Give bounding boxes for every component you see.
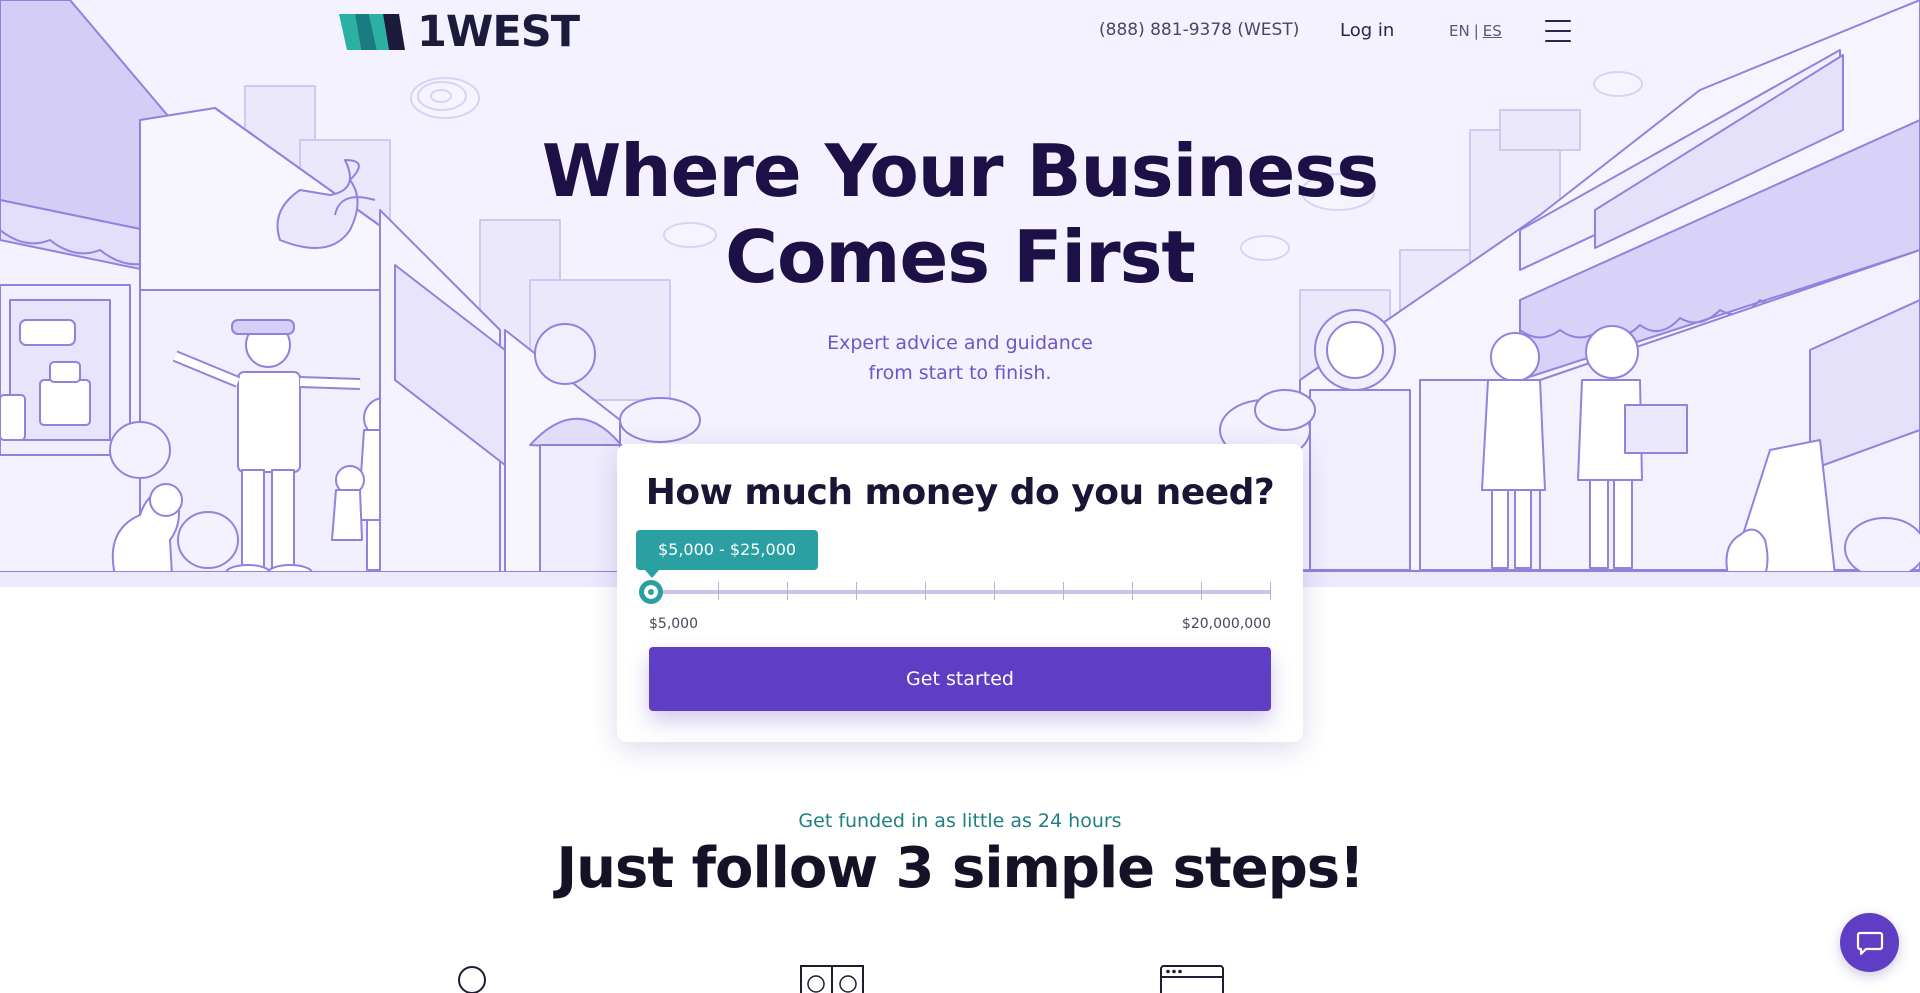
logo-w-mark-icon (339, 14, 405, 50)
slider-tick (1132, 582, 1133, 600)
lang-es-option[interactable]: ES (1483, 22, 1502, 40)
amount-question: How much money do you need? (645, 472, 1275, 513)
menu-line (1545, 30, 1571, 32)
menu-line (1545, 40, 1571, 42)
get-started-button[interactable]: Get started (649, 647, 1271, 711)
ab-compare-icon (800, 965, 864, 993)
amount-slider-thumb[interactable] (639, 580, 663, 604)
slider-min-label: $5,000 (649, 616, 698, 632)
slider-tick (1063, 582, 1064, 600)
logo-wordmark: 1WEST (417, 7, 580, 57)
lang-separator: | (1473, 22, 1479, 40)
hamburger-icon[interactable] (1545, 20, 1571, 42)
slider-tick (1201, 582, 1202, 600)
slider-tick (718, 582, 719, 600)
search-icon (458, 966, 486, 993)
site-header: 1WEST (888) 881-9378 (WEST) Log in EN | … (0, 0, 1920, 64)
chat-glyph (1856, 931, 1883, 955)
slider-tick (787, 582, 788, 600)
headline-line-1: Where Your Business (541, 129, 1379, 213)
slider-tick (856, 582, 857, 600)
hero-headline: Where Your Business Comes First (510, 128, 1410, 300)
phone-link[interactable]: (888) 881-9378 (WEST) (1099, 20, 1299, 40)
slider-max-label: $20,000,000 (1181, 616, 1271, 632)
steps-kicker: Get funded in as little as 24 hours (798, 810, 1122, 832)
slider-tick (925, 582, 926, 600)
selected-range-tooltip: $5,000 - $25,000 (636, 530, 818, 578)
headline-line-2: Comes First (725, 215, 1196, 299)
amount-selector-card: How much money do you need? $5,000 - $25… (617, 444, 1303, 742)
browser-window-icon (1160, 965, 1224, 993)
login-link[interactable]: Log in (1340, 20, 1394, 41)
menu-line (1545, 20, 1571, 22)
subhead-line-1: Expert advice and guidance (827, 332, 1093, 354)
subhead-line-2: from start to finish. (868, 362, 1052, 384)
logo-link[interactable]: 1WEST (339, 7, 580, 57)
hero-subhead: Expert advice and guidance from start to… (760, 328, 1160, 388)
lang-en-option[interactable]: EN (1449, 22, 1470, 40)
amount-slider-track[interactable] (649, 582, 1271, 600)
language-switcher: EN | ES (1449, 22, 1502, 40)
slider-tick (1270, 582, 1271, 600)
chat-bubble-icon[interactable] (1840, 913, 1899, 972)
steps-title: Just follow 3 simple steps! (556, 836, 1364, 901)
slider-tick (994, 582, 995, 600)
